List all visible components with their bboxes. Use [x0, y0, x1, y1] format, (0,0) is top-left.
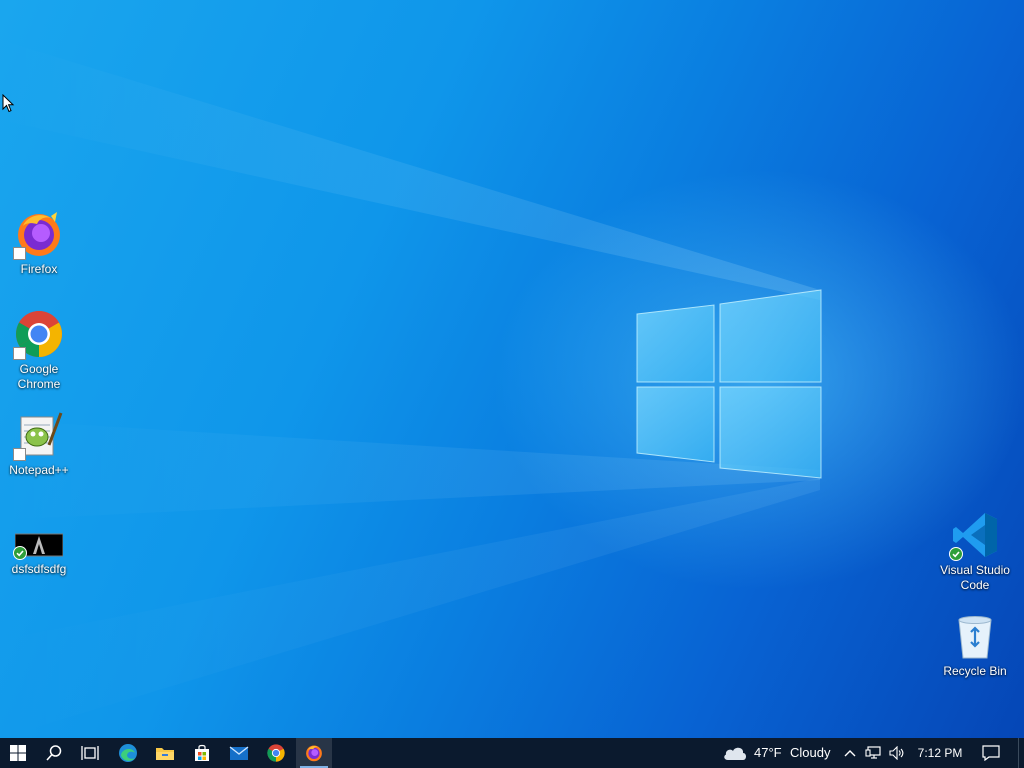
desktop-icon-firefox[interactable]: Firefox [0, 210, 78, 277]
folder-icon [156, 748, 174, 760]
search-button[interactable] [36, 738, 72, 768]
start-button[interactable] [0, 738, 36, 768]
network-icon [865, 746, 881, 759]
volume-button[interactable] [886, 738, 908, 768]
vscode-icon [949, 511, 999, 561]
show-desktop-button[interactable] [1018, 738, 1024, 768]
sync-check-icon [949, 547, 963, 561]
chrome-icon [13, 310, 63, 360]
action-center-button[interactable] [976, 738, 1006, 768]
chrome-icon [267, 744, 285, 762]
mail-button[interactable] [221, 738, 257, 768]
task-view-icon [81, 746, 99, 760]
edge-button[interactable] [110, 738, 146, 768]
shortcut-arrow-icon [13, 247, 26, 260]
chrome-button[interactable] [258, 738, 294, 768]
store-icon [195, 744, 209, 761]
file-explorer-button[interactable] [147, 738, 183, 768]
show-hidden-icons-button[interactable] [840, 738, 860, 768]
firefox-icon [13, 210, 63, 260]
desktop-icon-label: Google Chrome [17, 362, 61, 391]
desktop-icon-label: Firefox [20, 262, 58, 276]
network-button[interactable] [862, 738, 884, 768]
action-center-icon [982, 745, 1000, 761]
task-view-button[interactable] [72, 738, 108, 768]
clock[interactable]: 7:12 PM [912, 738, 968, 768]
weather-condition: Cloudy [790, 745, 831, 760]
windows-logo-icon [10, 745, 26, 761]
desktop-icon-label: Visual Studio Code [940, 563, 1010, 592]
shortcut-arrow-icon [13, 347, 26, 360]
firefox-button[interactable] [296, 738, 332, 768]
cloud-icon [724, 747, 746, 760]
windows-hero-logo [0, 40, 822, 738]
store-button[interactable] [184, 738, 220, 768]
desktop-icon-notepad-plus-plus[interactable]: Notepad++ [0, 411, 78, 478]
desktop-icon-dsfsdfsdfg[interactable]: dsfsdfsdfg [0, 522, 78, 577]
chevron-up-icon [844, 750, 856, 757]
desktop-icon-label: dsfsdfsdfg [11, 562, 67, 576]
notepad-plus-plus-icon [13, 411, 63, 461]
mouse-cursor-icon [2, 94, 15, 113]
desktop-icon-google-chrome[interactable]: Google Chrome [0, 310, 78, 392]
edge-icon [119, 744, 137, 762]
desktop-icon-label: Recycle Bin [943, 664, 1007, 678]
file-thumbnail-icon [13, 522, 64, 560]
weather-temperature: 47°F [754, 745, 782, 760]
desktop-icon-label: Notepad++ [9, 463, 69, 477]
weather-widget[interactable]: 47°F Cloudy [720, 738, 838, 768]
search-icon [46, 745, 62, 761]
desktop-icon-recycle-bin[interactable]: Recycle Bin [936, 612, 1014, 679]
desktop-icon-visual-studio-code[interactable]: Visual Studio Code [936, 511, 1014, 593]
mail-icon [229, 746, 249, 760]
desktop-background: Firefox Google Chrome Notepad++ dsfsdfsd… [0, 0, 1024, 738]
volume-icon [889, 746, 904, 760]
recycle-bin-icon [951, 612, 999, 660]
taskbar: 47°F Cloudy 7:12 PM [0, 738, 1024, 768]
shortcut-arrow-icon [13, 448, 26, 461]
sync-check-icon [13, 546, 27, 560]
firefox-icon [306, 745, 322, 762]
